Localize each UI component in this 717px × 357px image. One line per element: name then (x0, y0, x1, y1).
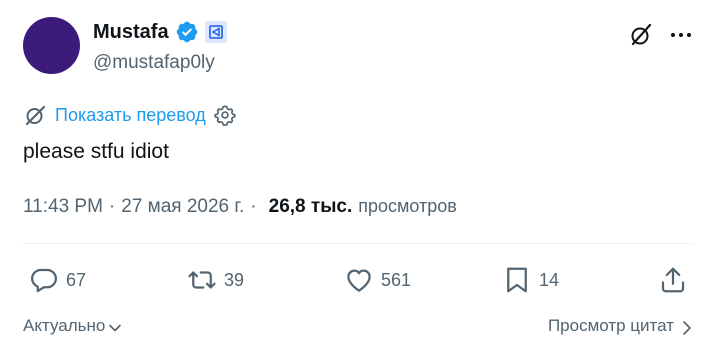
grok-translate-icon (25, 105, 46, 126)
bookmark-button[interactable]: 14 (502, 264, 559, 296)
author-handle[interactable]: @mustafap0ly (93, 52, 215, 74)
grok-icon[interactable] (628, 22, 654, 48)
heart-icon (347, 269, 371, 292)
show-translation-button[interactable]: Показать перевод (23, 102, 236, 128)
like-button[interactable]: 561 (344, 264, 411, 296)
divider (23, 243, 694, 244)
bookmark-count: 14 (539, 269, 560, 290)
meta-separator: · (108, 196, 116, 217)
repost-count: 39 (224, 269, 245, 290)
replies-sort-label: Актуально (23, 316, 106, 335)
like-count: 561 (381, 269, 412, 290)
tweet-time[interactable]: 11:43 PM (23, 196, 103, 218)
views-label[interactable]: просмотров (358, 196, 457, 217)
share-icon (661, 267, 685, 293)
reply-icon (31, 268, 57, 293)
views-count[interactable]: 26,8 тыс. (269, 196, 353, 218)
chevron-down-icon (109, 324, 122, 332)
reply-count: 67 (66, 269, 87, 290)
chevron-right-icon (683, 320, 691, 335)
replies-sort-dropdown[interactable]: Актуально (23, 316, 123, 336)
tweet-metadata: 11:43 PM · 27 мая 2026 г. · 26,8 тыс. пр… (23, 196, 457, 218)
more-options-icon[interactable] (668, 22, 694, 48)
repost-button[interactable]: 39 (187, 264, 244, 296)
repost-icon (188, 271, 216, 289)
show-translation-label: Показать перевод (55, 104, 206, 125)
share-button[interactable] (658, 264, 688, 296)
view-quotes-link[interactable]: Просмотр цитат (548, 316, 694, 336)
gear-icon[interactable] (214, 104, 236, 126)
affiliate-badge-icon[interactable] (204, 21, 227, 43)
author-display-name[interactable]: Mustafa (93, 21, 169, 44)
tweet-date[interactable]: 27 мая 2026 г. (121, 196, 244, 218)
author-name-row: Mustafa (93, 18, 227, 46)
reply-button[interactable]: 67 (29, 264, 86, 296)
bookmark-icon (507, 267, 527, 293)
meta-separator-2: · (250, 196, 257, 217)
view-quotes-label: Просмотр цитат (547, 316, 674, 335)
tweet-text: please stfu idiot (23, 140, 169, 163)
verified-badge-icon[interactable] (175, 20, 199, 44)
avatar[interactable] (23, 17, 80, 74)
